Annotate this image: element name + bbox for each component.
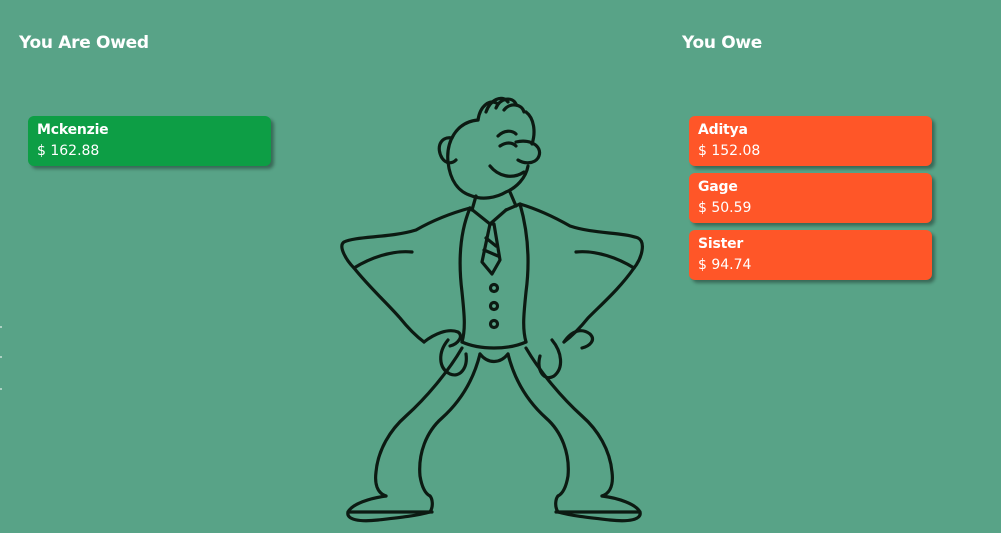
broke-man-illustration [340,96,644,523]
you-are-owed-heading: You Are Owed [19,33,149,53]
edge-tick-marks [0,326,2,390]
owe-card-gage[interactable]: Gage $ 50.59 [689,173,932,223]
owe-card-aditya[interactable]: Aditya $ 152.08 [689,116,932,166]
owed-list: Mckenzie $ 162.88 [28,116,271,166]
owe-card-name: Sister [698,236,744,252]
owe-card-name: Gage [698,179,738,195]
owe-card-amount: $ 94.74 [698,257,752,273]
owe-card-sister[interactable]: Sister $ 94.74 [689,230,932,280]
owed-card-mckenzie[interactable]: Mckenzie $ 162.88 [28,116,271,166]
owed-card-amount: $ 162.88 [37,143,100,159]
owe-list: Aditya $ 152.08 Gage $ 50.59 Sister $ 94… [689,116,932,280]
owe-card-amount: $ 152.08 [698,143,761,159]
owed-card-name: Mckenzie [37,122,109,138]
owe-card-amount: $ 50.59 [698,200,752,216]
owe-card-name: Aditya [698,122,748,138]
you-owe-heading: You Owe [682,33,763,53]
